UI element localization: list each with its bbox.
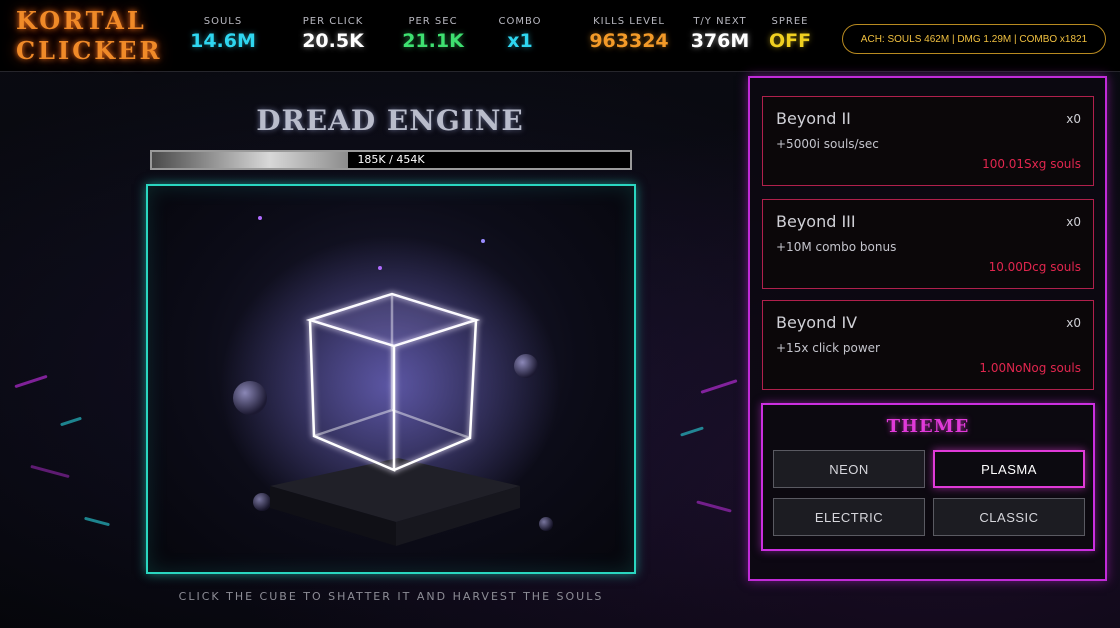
upgrade-count: x0 [1066, 112, 1081, 126]
orb [233, 381, 267, 415]
click-hint: CLICK THE CUBE TO SHATTER IT AND HARVEST… [178, 590, 604, 603]
upgrade-cost: 10.00Dcg souls [988, 260, 1081, 274]
upgrade-name: Beyond III [776, 212, 856, 231]
spark [481, 239, 485, 243]
boss-name: DREAD ENGINE [256, 104, 524, 137]
upgrade-cost: 1.00NoNog souls [979, 361, 1081, 375]
stat-next: T/Y NEXT 376M [684, 16, 756, 52]
upgrade-desc: +5000i souls/sec [776, 137, 879, 151]
boss-health-bar: 185K / 454K [150, 150, 632, 170]
light-streak [30, 464, 70, 479]
orb [539, 517, 553, 531]
light-streak [60, 416, 82, 427]
achievements-badge: ACH: SOULS 462M | DMG 1.29M | COMBO x182… [842, 24, 1106, 54]
theme-button-plasma[interactable]: PLASMA [933, 450, 1085, 488]
stat-label: COMBO [498, 16, 542, 27]
spark [258, 216, 262, 220]
light-streak [680, 426, 704, 437]
stat-label: KILLS LEVEL [593, 16, 665, 27]
theme-button-classic[interactable]: CLASSIC [933, 498, 1085, 536]
stat-label: PER CLICK [302, 16, 364, 27]
upgrade-cost: 100.01Sxg souls [982, 157, 1081, 171]
light-streak [84, 516, 110, 527]
upgrade-count: x0 [1066, 316, 1081, 330]
click-cube-arena[interactable] [146, 184, 636, 574]
upgrade-name: Beyond II [776, 109, 851, 128]
upgrade-beyond-iii[interactable]: Beyond III x0 +10M combo bonus 10.00Dcg … [762, 199, 1094, 289]
light-streak [696, 500, 732, 513]
stat-label: SOULS [203, 16, 243, 27]
spark [378, 266, 382, 270]
top-bar: KORTAL CLICKER SOULS 14.6M PER CLICK 20.… [0, 0, 1120, 72]
upgrade-desc: +15x click power [776, 341, 880, 355]
upgrade-desc: +10M combo bonus [776, 240, 897, 254]
light-streak [14, 374, 48, 389]
upgrade-count: x0 [1066, 215, 1081, 229]
boss-health-text: 185K / 454K [357, 153, 425, 166]
stat-label: SPREE [771, 16, 809, 27]
stat-label: PER SEC [408, 16, 458, 27]
stat-value: x1 [507, 30, 533, 52]
stat-per-sec: PER SEC 21.1K [396, 16, 470, 52]
stat-value: 376M [690, 30, 750, 52]
stat-value: OFF [768, 30, 812, 52]
stat-per-click: PER CLICK 20.5K [290, 16, 376, 52]
theme-title: THEME [886, 416, 970, 437]
logo-line-1: KORTAL [16, 6, 147, 35]
stat-value: 20.5K [302, 30, 364, 52]
upgrade-beyond-ii[interactable]: Beyond II x0 +5000i souls/sec 100.01Sxg … [762, 96, 1094, 186]
game-logo: KORTAL CLICKER [16, 6, 162, 66]
upgrade-beyond-iv[interactable]: Beyond IV x0 +15x click power 1.00NoNog … [762, 300, 1094, 390]
theme-button-neon[interactable]: NEON [773, 450, 925, 488]
stat-value: 963324 [589, 30, 669, 52]
stat-souls: SOULS 14.6M [188, 16, 258, 52]
stat-combo: COMBO x1 [492, 16, 548, 52]
theme-button-electric[interactable]: ELECTRIC [773, 498, 925, 536]
stat-value: 21.1K [402, 30, 464, 52]
stat-label: T/Y NEXT [693, 16, 747, 27]
stat-spree: SPREE OFF [762, 16, 818, 52]
stat-kills-level: KILLS LEVEL 963324 [576, 16, 682, 52]
upgrade-name: Beyond IV [776, 313, 858, 332]
orb [514, 354, 538, 378]
orb [253, 493, 271, 511]
stat-value: 14.6M [190, 30, 256, 52]
logo-line-2: CLICKER [16, 36, 163, 65]
cube-scene [220, 216, 560, 546]
light-streak [700, 379, 738, 394]
